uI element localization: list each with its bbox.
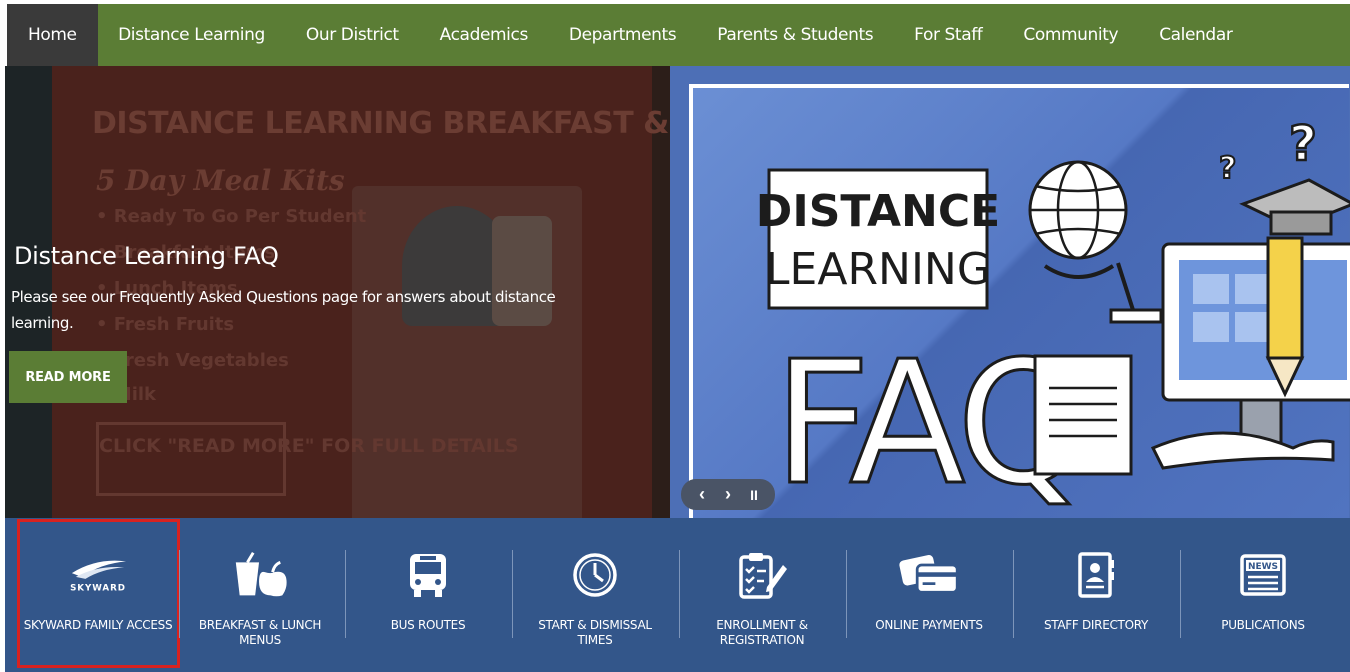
quick-link-breakfast-lunch[interactable]: BREAKFAST & LUNCH MENUS (185, 518, 335, 672)
poster-title: DISTANCE LEARNING BREAKFAST & LUNCH (92, 106, 670, 141)
credit-card-icon (899, 548, 959, 602)
contact-card-icon (1066, 548, 1126, 602)
nav-home[interactable]: Home (7, 4, 98, 66)
faq-illustration: DISTANCE LEARNING FAQ ? ? (756, 115, 1350, 518)
read-more-button[interactable]: READ MORE (9, 351, 127, 403)
quick-link-publications[interactable]: NEWS PUBLICATIONS (1188, 518, 1338, 672)
quick-link-label: BREAKFAST & LUNCH MENUS (198, 618, 322, 647)
quick-link-start-dismissal[interactable]: START & DISMISSAL TIMES (520, 518, 670, 672)
divider (679, 550, 680, 638)
drink-apple-icon (230, 548, 290, 602)
prev-slide-button[interactable]: ‹ (691, 484, 713, 505)
quick-links-bar: SKYWARD SKYWARD FAMILY ACCESS BREAKFAST … (5, 518, 1350, 672)
divider (1180, 550, 1181, 638)
next-slide-button[interactable]: › (717, 484, 739, 505)
bus-icon (398, 548, 458, 602)
nav-distance-learning[interactable]: Distance Learning (98, 4, 286, 66)
divider (512, 550, 513, 638)
quick-link-label: START & DISMISSAL TIMES (538, 618, 652, 647)
question-mark-icon: ? (1219, 151, 1236, 186)
nav-parents-students[interactable]: Parents & Students (697, 4, 894, 66)
slide-heading: Distance Learning FAQ (14, 242, 279, 270)
poster-subtitle: 5 Day Meal Kits (96, 164, 345, 197)
slide-description: Please see our Frequently Asked Question… (11, 288, 556, 332)
divider (846, 550, 847, 638)
quick-link-label: ENROLLMENT & REGISTRATION (716, 618, 808, 647)
hero-slide-image: DISTANCE LEARNING FAQ ? ? ‹ › II (670, 66, 1350, 518)
quick-link-label: PUBLICATIONS (1221, 618, 1305, 632)
divider (1013, 550, 1014, 638)
quick-link-label: BUS ROUTES (390, 618, 466, 632)
graphic-learning-text: LEARNING (765, 244, 991, 295)
hero-slide-left: DISTANCE LEARNING BREAKFAST & LUNCH 5 Da… (5, 66, 670, 518)
clock-icon (565, 548, 625, 602)
divider (179, 550, 180, 638)
skyward-highlight-box (17, 519, 180, 668)
nav-our-district[interactable]: Our District (285, 4, 419, 66)
quick-link-online-payments[interactable]: ONLINE PAYMENTS (854, 518, 1004, 672)
nav-calendar[interactable]: Calendar (1139, 4, 1253, 66)
quick-link-bus-routes[interactable]: BUS ROUTES (353, 518, 503, 672)
quick-link-staff-directory[interactable]: STAFF DIRECTORY (1021, 518, 1171, 672)
pause-slider-button[interactable]: II (743, 487, 765, 503)
quick-link-label: ONLINE PAYMENTS (875, 618, 983, 632)
hero-slider: DISTANCE LEARNING BREAKFAST & LUNCH 5 Da… (5, 66, 1350, 518)
nav-academics[interactable]: Academics (419, 4, 548, 66)
poster-cta-box: CLICK "READ MORE" FOR FULL DETAILS (96, 422, 519, 496)
quick-link-enrollment[interactable]: ENROLLMENT & REGISTRATION (687, 518, 837, 672)
poster-bullet: • Ready To Go Per Student (96, 206, 367, 227)
nav-for-staff[interactable]: For Staff (894, 4, 1003, 66)
quick-link-label: STAFF DIRECTORY (1043, 618, 1149, 632)
divider (345, 550, 346, 638)
nav-departments[interactable]: Departments (548, 4, 696, 66)
nav-community[interactable]: Community (1003, 4, 1139, 66)
graphic-distance-text: DISTANCE (756, 186, 1000, 237)
main-nav: Home Distance Learning Our District Acad… (7, 4, 1350, 66)
newspaper-icon: NEWS (1233, 548, 1293, 602)
faq-graphic-frame: DISTANCE LEARNING FAQ ? ? (689, 84, 1350, 518)
slider-controls: ‹ › II (681, 479, 775, 510)
question-mark-icon: ? (1289, 116, 1317, 172)
clipboard-icon (732, 548, 792, 602)
svg-text:NEWS: NEWS (1248, 562, 1278, 572)
